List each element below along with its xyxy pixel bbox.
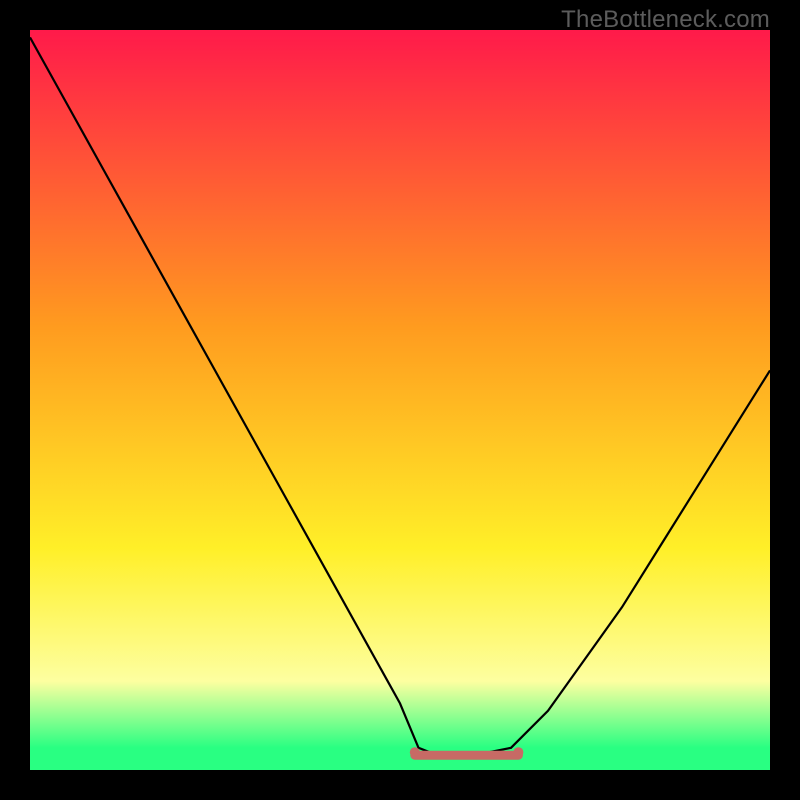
plot-area — [30, 30, 770, 770]
bottleneck-curve — [30, 37, 770, 755]
curve-layer — [30, 30, 770, 770]
chart-container: TheBottleneck.com — [0, 0, 800, 800]
watermark-text: TheBottleneck.com — [561, 6, 770, 34]
flat-minimum-endcap — [513, 747, 523, 757]
flat-minimum-endcap — [410, 747, 420, 757]
